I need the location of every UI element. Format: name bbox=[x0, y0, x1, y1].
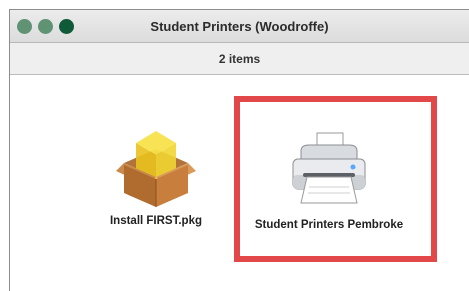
package-icon bbox=[116, 125, 196, 207]
selection-highlight-box bbox=[234, 96, 437, 262]
file-install-first-pkg[interactable]: Install FIRST.pkg bbox=[96, 125, 216, 227]
title-bar[interactable]: Student Printers (Woodroffe) bbox=[10, 10, 469, 43]
status-bar: 2 items bbox=[10, 43, 469, 75]
item-count: 2 items bbox=[218, 52, 261, 66]
window-title: Student Printers (Woodroffe) bbox=[150, 19, 329, 34]
file-label: Install FIRST.pkg bbox=[109, 215, 202, 227]
